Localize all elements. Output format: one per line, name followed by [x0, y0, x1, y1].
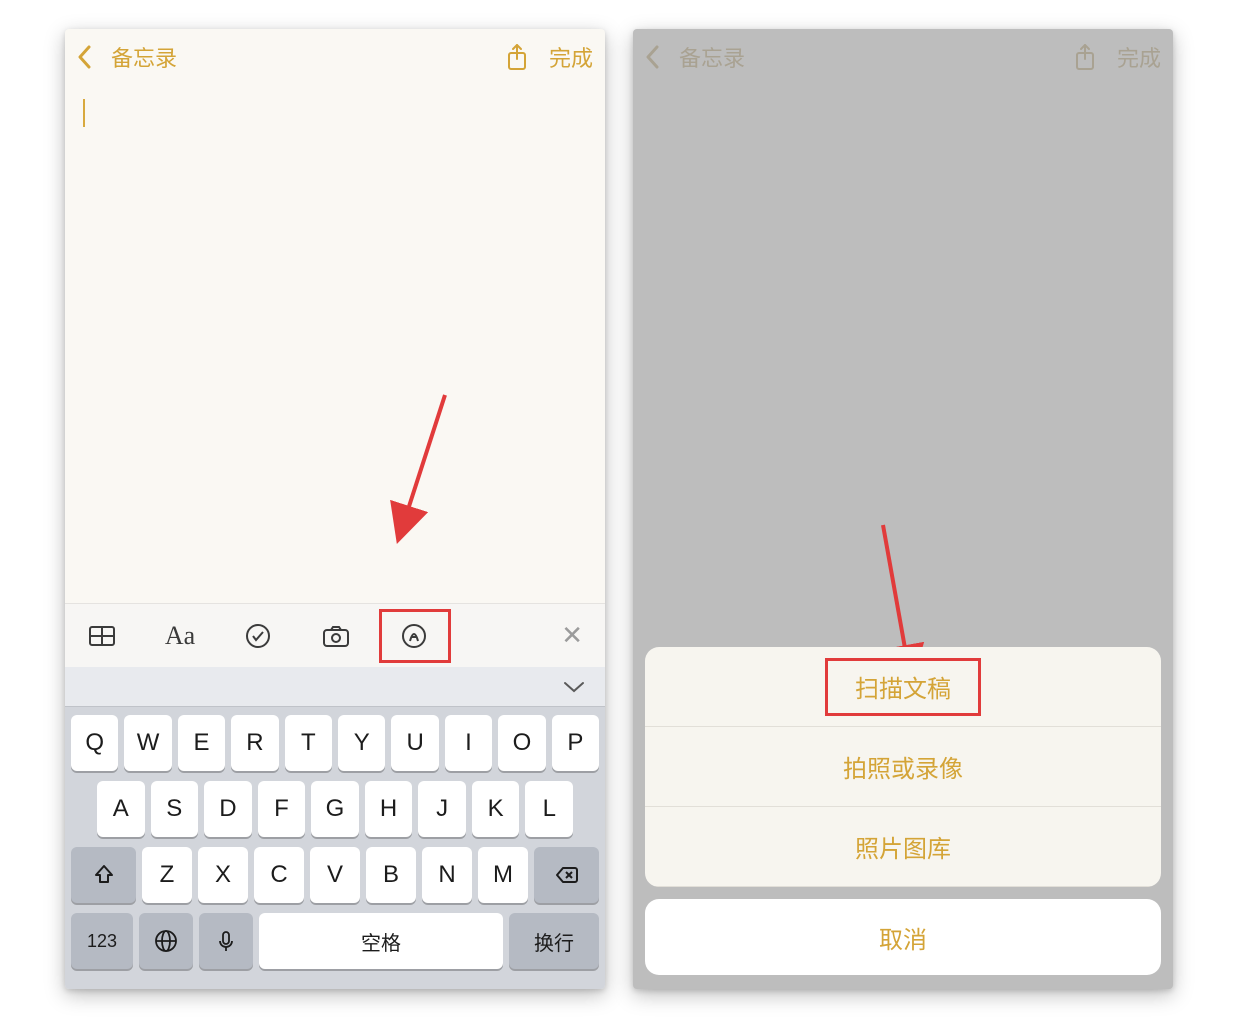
- key-space[interactable]: 空格: [259, 913, 503, 969]
- phone-left-notes-editor: 备忘录 完成 Aa: [65, 29, 605, 989]
- key-r[interactable]: R: [231, 715, 278, 771]
- key-k[interactable]: K: [472, 781, 520, 837]
- mic-icon: [214, 929, 238, 953]
- key-o[interactable]: O: [498, 715, 545, 771]
- key-123[interactable]: 123: [71, 913, 133, 969]
- key-t[interactable]: T: [285, 715, 332, 771]
- note-editor[interactable]: [65, 85, 605, 603]
- action-scan-documents[interactable]: 扫描文稿: [645, 647, 1161, 727]
- share-button[interactable]: [505, 43, 529, 71]
- key-a[interactable]: A: [97, 781, 145, 837]
- phone-right-action-sheet: 备忘录 完成 扫描文稿 拍照或录像 照片图库: [633, 29, 1173, 989]
- text-cursor: [83, 99, 85, 127]
- camera-icon[interactable]: [321, 621, 351, 651]
- shift-icon: [92, 863, 116, 887]
- key-return[interactable]: 换行: [509, 913, 599, 969]
- chevron-back-icon: [77, 45, 91, 69]
- back-button[interactable]: 备忘录: [77, 41, 177, 73]
- key-j[interactable]: J: [418, 781, 466, 837]
- table-icon[interactable]: [87, 621, 117, 651]
- key-c[interactable]: C: [254, 847, 304, 903]
- key-h[interactable]: H: [365, 781, 413, 837]
- key-backspace[interactable]: [534, 847, 599, 903]
- format-toolbar: Aa ✕: [65, 603, 605, 667]
- key-y[interactable]: Y: [338, 715, 385, 771]
- action-sheet: 扫描文稿 拍照或录像 照片图库 取消: [633, 647, 1173, 989]
- key-p[interactable]: P: [552, 715, 599, 771]
- text-style-icon[interactable]: Aa: [165, 621, 195, 651]
- key-mic[interactable]: [199, 913, 253, 969]
- close-toolbar-icon[interactable]: ✕: [561, 620, 583, 651]
- back-label-dimmed: 备忘录: [679, 41, 745, 73]
- key-z[interactable]: Z: [142, 847, 192, 903]
- key-globe[interactable]: [139, 913, 193, 969]
- dimmed-backdrop[interactable]: [633, 85, 1173, 647]
- key-g[interactable]: G: [311, 781, 359, 837]
- key-f[interactable]: F: [258, 781, 306, 837]
- globe-icon: [154, 929, 178, 953]
- keyboard-row-1: Q W E R T Y U I O P: [71, 715, 599, 771]
- backspace-icon: [555, 863, 579, 887]
- nav-bar-dimmed: 备忘录 完成: [633, 29, 1173, 85]
- key-u[interactable]: U: [391, 715, 438, 771]
- keyboard-row-4: 123 空格 换行: [71, 913, 599, 969]
- key-i[interactable]: I: [445, 715, 492, 771]
- chevron-back-icon: [645, 45, 659, 69]
- key-n[interactable]: N: [422, 847, 472, 903]
- markup-icon[interactable]: [399, 621, 429, 651]
- annotation-arrow-left: [385, 385, 465, 550]
- key-d[interactable]: D: [204, 781, 252, 837]
- keyboard-row-2: A S D F G H J K L: [71, 781, 599, 837]
- key-s[interactable]: S: [151, 781, 199, 837]
- key-shift[interactable]: [71, 847, 136, 903]
- keyboard-collapse-button[interactable]: [65, 667, 605, 707]
- key-b[interactable]: B: [366, 847, 416, 903]
- checklist-icon[interactable]: [243, 621, 273, 651]
- key-x[interactable]: X: [198, 847, 248, 903]
- key-v[interactable]: V: [310, 847, 360, 903]
- nav-bar: 备忘录 完成: [65, 29, 605, 85]
- action-sheet-group: 扫描文稿 拍照或录像 照片图库: [645, 647, 1161, 887]
- key-e[interactable]: E: [178, 715, 225, 771]
- back-button-dimmed: 备忘录: [645, 41, 745, 73]
- keyboard: Q W E R T Y U I O P A S D F G H J K L: [65, 667, 605, 989]
- share-icon-dimmed: [1073, 43, 1097, 71]
- key-w[interactable]: W: [124, 715, 171, 771]
- action-cancel[interactable]: 取消: [645, 899, 1161, 975]
- done-button[interactable]: 完成: [549, 41, 593, 73]
- key-m[interactable]: M: [478, 847, 528, 903]
- keyboard-row-3: Z X C V B N M: [71, 847, 599, 903]
- done-label-dimmed: 完成: [1117, 41, 1161, 73]
- action-photo-library[interactable]: 照片图库: [645, 807, 1161, 887]
- action-take-photo[interactable]: 拍照或录像: [645, 727, 1161, 807]
- key-q[interactable]: Q: [71, 715, 118, 771]
- back-label: 备忘录: [111, 41, 177, 73]
- key-l[interactable]: L: [525, 781, 573, 837]
